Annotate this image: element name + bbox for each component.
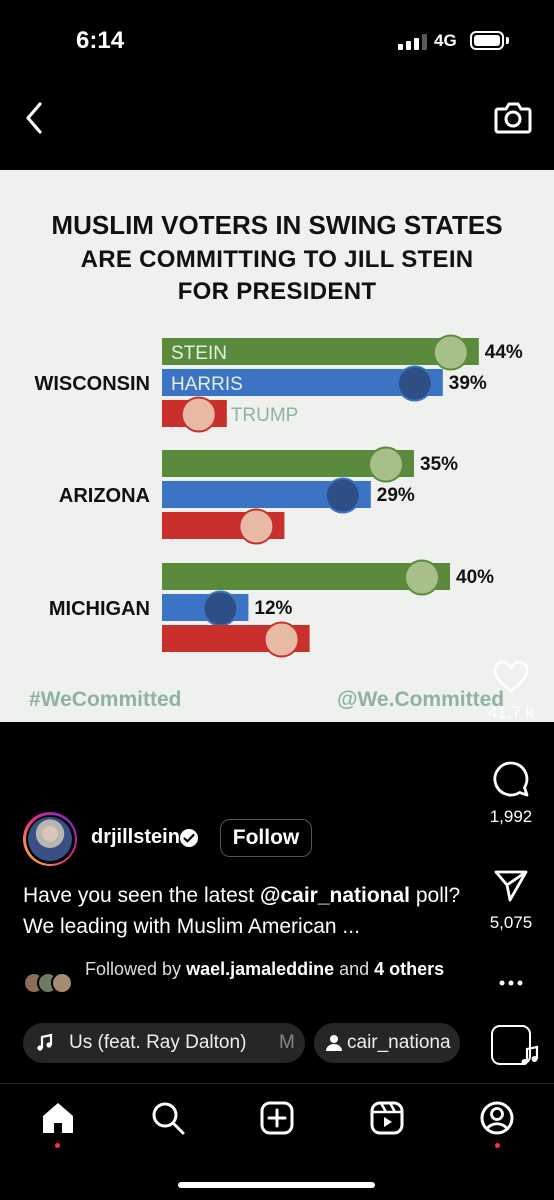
chevron-left-icon [26, 102, 42, 134]
candidate-photo-harris [202, 590, 239, 627]
share-count: 5,075 [489, 913, 533, 932]
avatar[interactable] [23, 812, 77, 866]
more-icon [499, 980, 523, 986]
followed-by-suffix: and [334, 959, 375, 979]
profile-icon [480, 1101, 514, 1135]
nav-create[interactable] [259, 1100, 295, 1136]
status-time: 6:14 [76, 27, 125, 54]
candidate-photo-trump [263, 621, 300, 658]
caption-prefix: Have you seen the latest [23, 884, 260, 907]
back-button[interactable] [18, 98, 52, 138]
category-label: MICHIGAN [49, 598, 150, 620]
battery-icon [470, 31, 504, 50]
caption-mention[interactable]: @cair_national [260, 884, 410, 907]
music-note-icon [37, 1033, 53, 1051]
camera-button[interactable] [493, 98, 533, 136]
category-label: WISCONSIN [34, 373, 150, 395]
data-label: 29% [377, 485, 415, 506]
like-button[interactable]: 41.7 k [480, 660, 542, 723]
reels-icon [370, 1101, 404, 1135]
person-icon [326, 1035, 342, 1051]
signal-icon [398, 34, 428, 50]
home-notification-dot [55, 1143, 60, 1148]
candidate-photo-harris [324, 477, 361, 514]
nav-reels[interactable] [369, 1100, 405, 1136]
music-note-icon [521, 1045, 539, 1065]
comment-count: 1,992 [489, 807, 533, 826]
nav-search[interactable] [150, 1100, 186, 1136]
data-label: 35% [420, 454, 458, 475]
candidate-photo-stein [404, 559, 440, 596]
nav-profile[interactable] [479, 1100, 515, 1136]
send-icon [494, 870, 528, 902]
home-indicator [178, 1182, 375, 1188]
category-label: ARIZONA [59, 485, 150, 507]
add-post-icon [260, 1101, 294, 1135]
bottom-nav [0, 1083, 554, 1200]
follow-button[interactable]: Follow [220, 819, 312, 857]
series-name-label: HARRIS [171, 374, 243, 395]
followed-by-text[interactable]: Followed by wael.jamaleddine and 4 other… [85, 958, 445, 981]
camera-icon [494, 102, 532, 134]
nav-home[interactable] [40, 1100, 76, 1136]
data-label: 12% [254, 598, 292, 619]
battery-tip [506, 37, 509, 44]
verified-badge-icon [180, 829, 198, 847]
candidate-photo-harris [396, 365, 433, 402]
more-button[interactable] [480, 968, 542, 1003]
status-bar: 6:14 4G [0, 0, 554, 84]
followed-by-prefix: Followed by [85, 959, 187, 979]
audio-label-trail: M [279, 1032, 295, 1053]
followed-by-others[interactable]: 4 others [374, 959, 444, 979]
hashtag-text: #WeCommitted [29, 688, 182, 711]
series-name-label: STEIN [171, 343, 227, 364]
bar-chart: WISCONSIN 44% STEIN 39% HARRIS TRUMP ARIZONA 35… [34, 334, 523, 658]
caption[interactable]: Have you seen the latest @cair_national … [23, 880, 463, 942]
candidate-photo-stein [432, 334, 469, 371]
followed-by-user[interactable]: wael.jamaleddine [186, 959, 334, 979]
series-name-label: TRUMP [231, 405, 299, 426]
search-icon [152, 1102, 185, 1135]
audio-label: Us (feat. Ray Dalton) [69, 1032, 247, 1053]
home-icon [43, 1103, 73, 1133]
data-label: 39% [449, 373, 487, 394]
profile-notification-dot [495, 1143, 500, 1148]
avatar-image [28, 817, 72, 861]
follower-avatars [23, 972, 79, 996]
share-button[interactable]: 5,075 [480, 868, 542, 933]
comment-icon [493, 761, 529, 797]
candidate-photo-trump [180, 396, 217, 433]
like-count: 41.7 k [487, 703, 535, 722]
data-label: 44% [485, 342, 523, 363]
candidate-photo-stein [368, 446, 404, 483]
audio-thumbnail[interactable] [491, 1025, 539, 1065]
tagged-user-label: cair_nationa [347, 1032, 451, 1053]
tagged-user-pill[interactable]: cair_nationa [314, 1023, 460, 1063]
candidate-photo-trump [238, 508, 275, 545]
network-label: 4G [434, 31, 457, 50]
comment-button[interactable]: 1,992 [480, 760, 542, 827]
audio-pill[interactable]: Us (feat. Ray Dalton) M [23, 1023, 305, 1063]
data-label: 40% [456, 567, 494, 588]
username[interactable]: drjillstein [91, 826, 180, 849]
post-image[interactable]: MUSLIM VOTERS IN SWING STATES ARE COMMIT… [0, 170, 554, 722]
heart-icon [493, 660, 529, 693]
